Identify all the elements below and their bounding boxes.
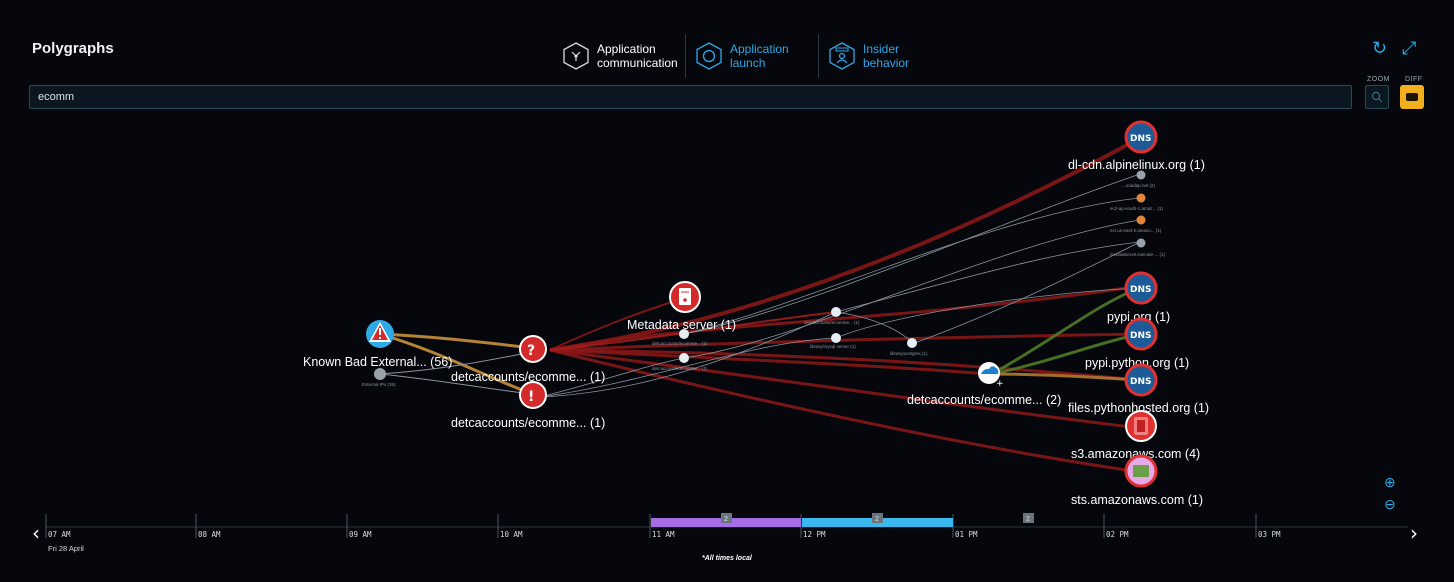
timeline-badge-3: 2 (1023, 513, 1034, 523)
tick-label: 10 AM (500, 530, 523, 539)
container-node-2[interactable]: ! (519, 381, 547, 409)
svg-text:DNS: DNS (1130, 377, 1152, 387)
dns-node-files-python[interactable]: DNS (1124, 363, 1158, 397)
external-ips-label: External IPs (35) (362, 382, 396, 387)
timeline[interactable]: 2 2 2 07 AM 08 AM 09 AM 10 AM 11 AM 12 P… (0, 508, 1454, 582)
small-label-4: 2n1ea8secr8.execute-... (1) (1110, 252, 1166, 257)
tick-label: 12 PM (803, 530, 826, 539)
timeline-badge-1: 2 (721, 513, 732, 523)
tab-label: Application launch (730, 42, 789, 70)
mid-label-2: detcaccounts/ecomme... (1) (652, 366, 708, 371)
svg-text:!: ! (528, 389, 534, 405)
svg-text:DNS: DNS (1130, 285, 1152, 295)
tab-label: Insider behavior (863, 42, 910, 70)
user-icon (829, 42, 855, 70)
search-icon (1371, 91, 1383, 103)
tick-label: 01 PM (955, 530, 978, 539)
dns-node-dl-cdn[interactable]: DNS (1124, 120, 1158, 154)
zoom-in-icon[interactable]: ⊕ (1384, 474, 1396, 491)
timeline-prev-button[interactable]: ‹ (32, 521, 40, 545)
tick-label: 03 PM (1258, 530, 1281, 539)
mid-node-5[interactable] (907, 338, 917, 348)
small-label-2: ec2-ap-south-1.amaz... (1) (1110, 206, 1164, 211)
mid-node-2[interactable] (679, 353, 689, 363)
tick-label: 08 AM (198, 530, 221, 539)
zoom-button[interactable] (1365, 85, 1389, 109)
timeline-next-button[interactable]: › (1410, 521, 1418, 545)
dns-label-dl-cdn: dl-cdn.alpinelinux.org (1) (1068, 158, 1205, 172)
diff-icon (1406, 93, 1418, 101)
dns-node-pypi-python[interactable]: DNS (1124, 317, 1158, 351)
timeline-badge-2: 2 (872, 513, 883, 523)
tab-insider-behavior[interactable]: Insider behavior (818, 34, 951, 78)
diff-button[interactable] (1400, 85, 1424, 109)
mid-node-3[interactable] (831, 307, 841, 317)
sts-label: sts.amazonaws.com (1) (1071, 493, 1203, 507)
svg-text:DNS: DNS (1130, 134, 1152, 144)
tab-label: Application communication (597, 42, 678, 70)
container-node-1[interactable]: ? (519, 335, 547, 363)
small-node-2[interactable] (1136, 193, 1146, 203)
small-node-4[interactable] (1136, 238, 1146, 248)
polygraph-graph[interactable]: Known Bad External... (56) External IPs … (0, 112, 1454, 512)
timeline-date: Fri 28 April (48, 544, 84, 553)
external-ips-node[interactable] (374, 368, 386, 380)
known-bad-label: Known Bad External... (56) (303, 355, 452, 369)
mid-node-1[interactable] (679, 329, 689, 339)
tab-application-launch[interactable]: Application launch (685, 34, 818, 78)
small-node-3[interactable] (1136, 215, 1146, 225)
dns-node-pypi[interactable]: DNS (1124, 271, 1158, 305)
svg-text:2: 2 (875, 516, 879, 523)
sts-node[interactable] (1124, 454, 1158, 488)
metadata-server-node[interactable] (669, 281, 701, 313)
tab-application-communication[interactable]: Application communication (553, 34, 685, 78)
mid-label-3: detcaccounts/ecomme... (1) (804, 320, 860, 325)
svg-text:+: + (996, 379, 1004, 389)
svg-text:?: ? (527, 343, 535, 359)
tick-label: 11 AM (652, 530, 675, 539)
container-label-2: detcaccounts/ecomme... (1) (451, 416, 605, 430)
mid-label-6: library/postgres (1) (890, 351, 928, 356)
small-node-1[interactable] (1136, 170, 1146, 180)
network-icon (563, 42, 589, 70)
svg-text:2: 2 (1026, 516, 1030, 523)
known-bad-node[interactable] (366, 320, 394, 348)
mid-label-1: detcaccounts/ecomme... (1) (652, 341, 708, 346)
svg-text:DNS: DNS (1130, 331, 1152, 341)
tick-label: 09 AM (349, 530, 372, 539)
page-title: Polygraphs (32, 40, 114, 57)
small-label-3: ecr.us-east-2.amazo... (1) (1110, 228, 1162, 233)
expand-icon[interactable]: ⤢ (1402, 38, 1416, 59)
tick-label: 02 PM (1106, 530, 1129, 539)
launch-icon (696, 42, 722, 70)
tick-label: 07 AM (48, 530, 71, 539)
mid-node-4[interactable] (831, 333, 841, 343)
refresh-icon[interactable]: ↻ (1372, 38, 1387, 59)
timeline-note: *All times local (702, 555, 753, 562)
diff-label: DIFF (1405, 76, 1423, 83)
polygraph-tabs: Application communication Application laun… (553, 34, 951, 78)
zoom-label: ZOOM (1367, 76, 1390, 83)
small-label-1: ...oraidap.net (2) (1122, 183, 1156, 188)
s3-node[interactable] (1125, 410, 1157, 442)
mid-label-5: library/mysql server (1) (810, 344, 856, 349)
search-input[interactable] (29, 85, 1352, 109)
docker-node-label: detcaccounts/ecomme... (2) (907, 393, 1061, 407)
svg-text:2: 2 (724, 516, 728, 523)
